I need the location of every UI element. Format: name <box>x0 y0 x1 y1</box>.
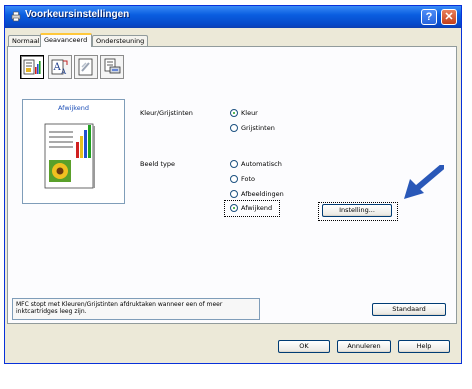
radio-dot <box>230 160 238 168</box>
radio-label: Kleur <box>241 109 258 117</box>
document-preview-icon <box>44 123 95 189</box>
help-title-button[interactable]: ? <box>421 9 437 25</box>
device-options-tool-button[interactable] <box>100 55 124 79</box>
tab-ondersteuning[interactable]: Ondersteuning <box>92 35 148 46</box>
scaling-tool-button[interactable]: A A <box>48 55 72 79</box>
color-quality-tool-button[interactable] <box>20 55 44 79</box>
preview-box: Afwijkend <box>22 99 125 204</box>
settings-panel: A A Afwijkend Kleur/Grijstinten Kleur Gr… <box>7 46 457 324</box>
radio-kleur[interactable]: Kleur <box>230 108 290 118</box>
color-label: Kleur/Grijstinten <box>140 109 193 117</box>
watermark-icon <box>78 58 93 76</box>
printer-icon <box>11 11 21 22</box>
scaling-icon: A A <box>51 59 68 76</box>
close-button[interactable]: ✕ <box>441 9 457 25</box>
radio-afbeeldingen[interactable]: Afbeeldingen <box>230 189 300 199</box>
radio-label: Afwijkend <box>241 204 273 212</box>
radio-foto[interactable]: Foto <box>230 174 280 184</box>
help-button[interactable]: Help <box>398 340 450 353</box>
radio-dot <box>230 124 238 132</box>
radio-label: Afbeeldingen <box>241 190 284 198</box>
watermark-tool-button[interactable] <box>74 55 98 79</box>
radio-afwijkend[interactable]: Afwijkend <box>230 203 280 213</box>
status-message: MFC stopt met Kleuren/Grijstinten afdruk… <box>12 298 260 320</box>
tab-normaal[interactable]: Normaal <box>8 35 41 46</box>
default-button[interactable]: Standaard <box>372 303 446 316</box>
radio-automatisch[interactable]: Automatisch <box>230 159 300 169</box>
radio-dot <box>230 175 238 183</box>
setting-button[interactable]: Instelling... <box>322 204 392 217</box>
cancel-button[interactable]: Annuleren <box>337 340 391 353</box>
image-type-label: Beeld type <box>140 160 175 168</box>
radio-label: Automatisch <box>241 160 282 168</box>
svg-text:A: A <box>60 68 67 76</box>
ok-button[interactable]: OK <box>278 340 330 353</box>
tab-geavanceerd[interactable]: Geavanceerd <box>40 33 92 47</box>
dialog-window: Voorkeursinstellingen ? ✕ Normaal Geavan… <box>4 5 462 364</box>
radio-label: Foto <box>241 175 256 183</box>
device-options-icon <box>104 58 121 74</box>
radio-dot <box>230 190 238 198</box>
preview-title: Afwijkend <box>57 104 90 112</box>
radio-grijstinten[interactable]: Grijstinten <box>230 123 290 133</box>
pointer-arrow-icon <box>404 165 444 199</box>
radio-dot <box>230 109 238 117</box>
title-bar[interactable]: Voorkeursinstellingen ? ✕ <box>5 6 461 28</box>
radio-dot <box>230 204 238 212</box>
window-title: Voorkeursinstellingen <box>25 9 130 20</box>
color-quality-icon <box>23 59 41 75</box>
radio-label: Grijstinten <box>241 124 275 132</box>
